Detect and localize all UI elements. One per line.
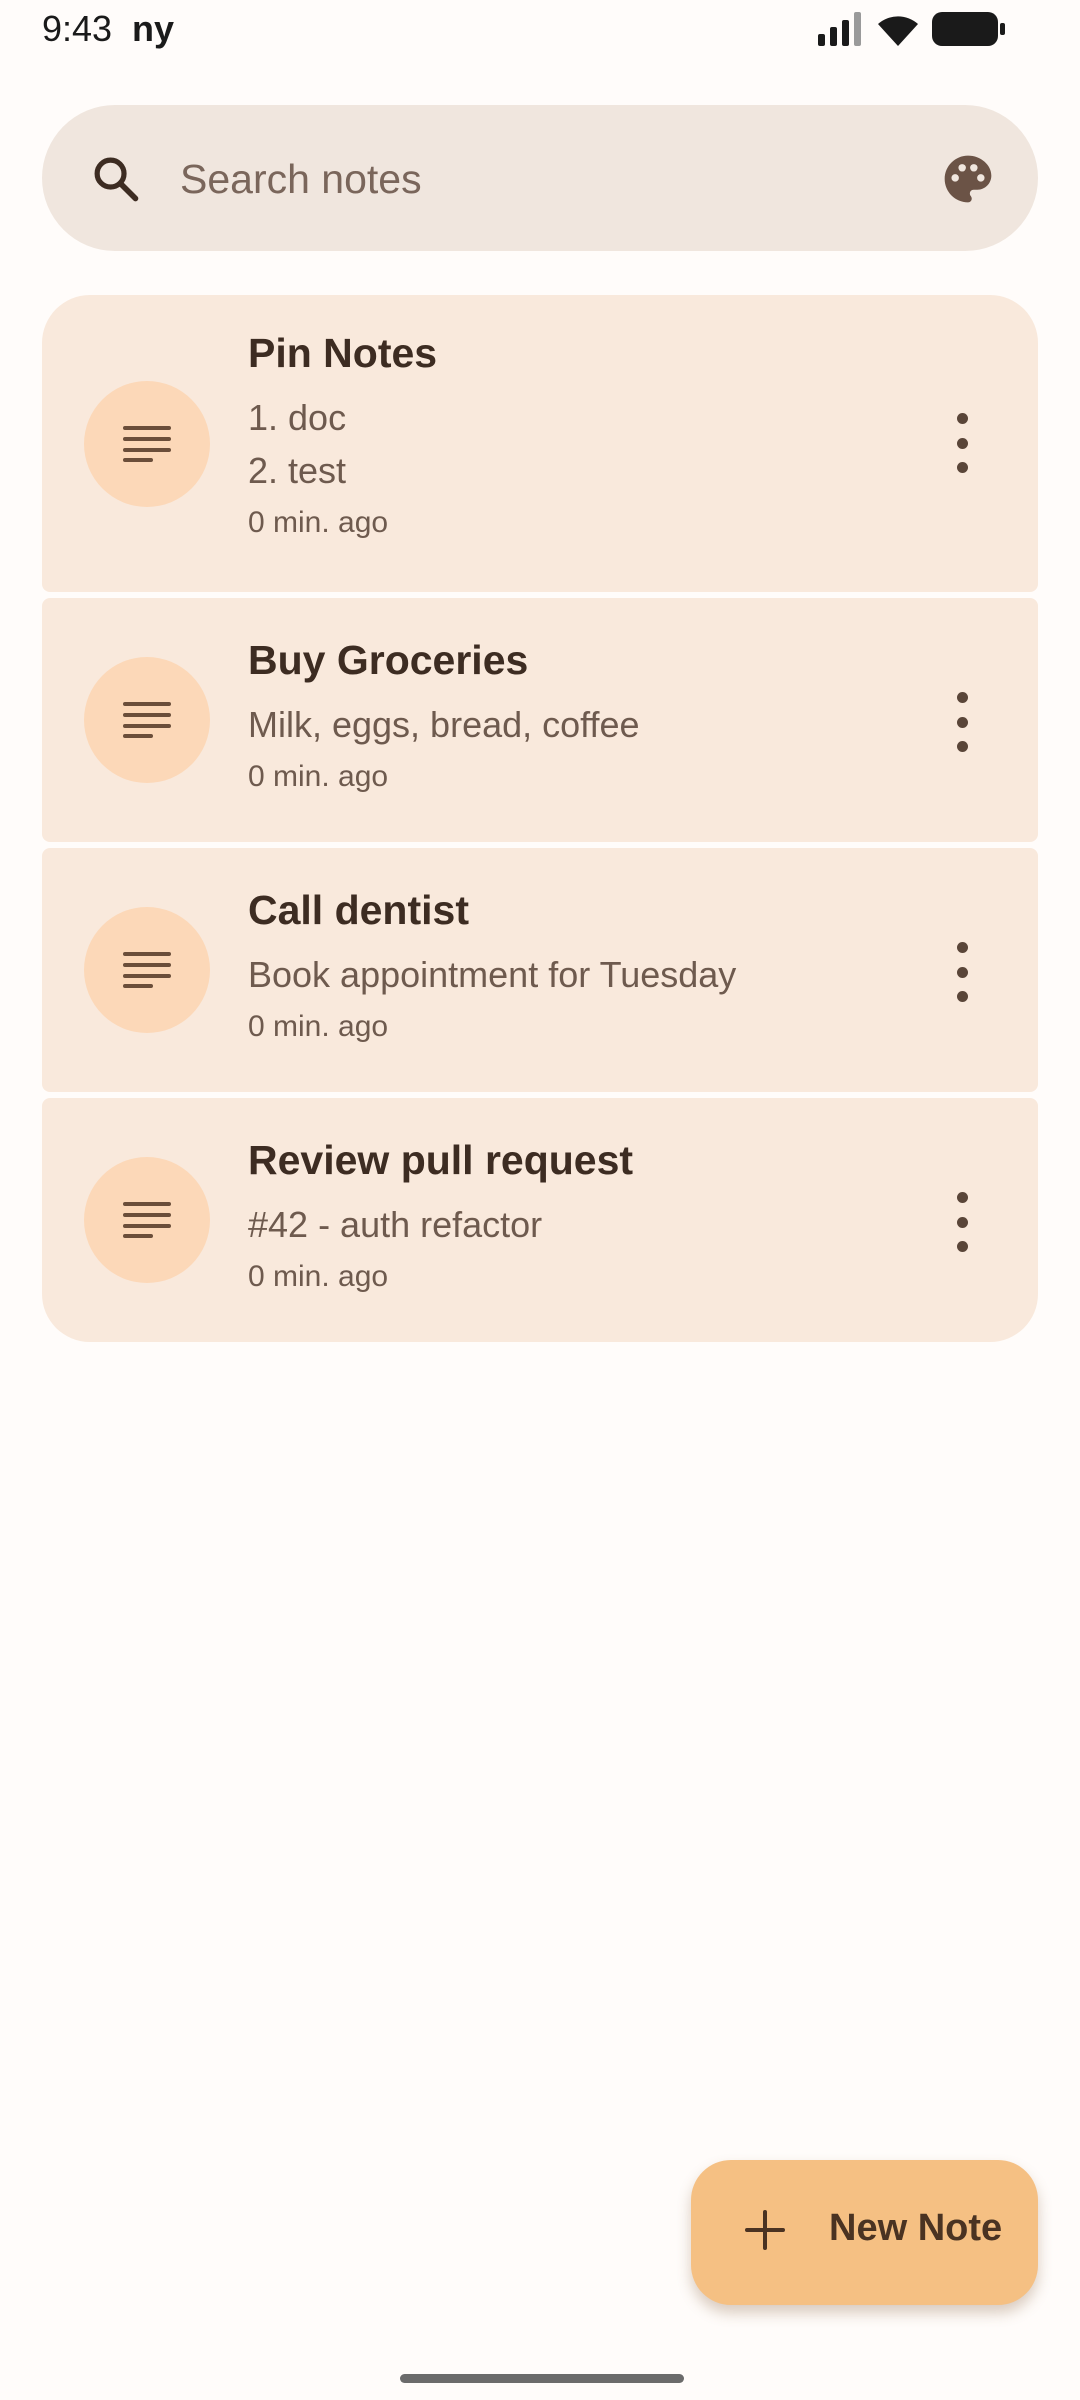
note-title: Pin Notes	[248, 330, 438, 376]
note-body: #42 - auth refactor	[248, 1204, 543, 1245]
battery-icon	[932, 12, 1005, 46]
status-time: 9:43	[42, 8, 113, 49]
status-icons	[818, 12, 1006, 46]
note-title: Buy Groceries	[248, 637, 529, 683]
palette-icon[interactable]	[940, 151, 996, 207]
status-carrier: ny	[132, 8, 175, 49]
status-bar: 9:43 ny	[0, 0, 1080, 60]
more-options-icon[interactable]	[952, 692, 972, 752]
notes-lines-icon	[123, 952, 171, 988]
signal-icon	[818, 12, 861, 46]
more-options-icon[interactable]	[952, 413, 972, 473]
note-time: 0 min. ago	[248, 1260, 389, 1293]
note-avatar	[84, 1157, 210, 1283]
search-bar[interactable]	[42, 105, 1038, 251]
note-card[interactable]: Call dentist Book appointment for Tuesda…	[42, 848, 1038, 1092]
note-card[interactable]: Pin Notes 1. doc 2. test 0 min. ago	[42, 295, 1038, 592]
note-body: Milk, eggs, bread, coffee	[248, 704, 640, 745]
note-card[interactable]: Review pull request #42 - auth refactor …	[42, 1098, 1038, 1342]
notes-lines-icon	[123, 426, 171, 462]
note-avatar	[84, 657, 210, 783]
notes-list: Pin Notes 1. doc 2. test 0 min. ago Buy …	[42, 295, 1038, 1348]
home-indicator[interactable]	[400, 2374, 684, 2383]
notes-lines-icon	[123, 1202, 171, 1238]
note-avatar	[84, 381, 210, 507]
note-time: 0 min. ago	[248, 760, 389, 793]
search-icon	[94, 157, 139, 202]
notes-lines-icon	[123, 702, 171, 738]
more-options-icon[interactable]	[952, 942, 972, 1002]
new-note-button[interactable]: New Note	[691, 2160, 1038, 2305]
note-time: 0 min. ago	[248, 1010, 389, 1043]
search-input[interactable]	[178, 143, 942, 215]
note-body: 1. doc 2. test	[248, 397, 347, 491]
note-body: Book appointment for Tuesday	[248, 954, 737, 995]
new-note-label: New Note	[829, 2207, 1003, 2249]
plus-icon	[745, 2210, 785, 2250]
note-avatar	[84, 907, 210, 1033]
note-time: 0 min. ago	[248, 506, 389, 539]
note-title: Call dentist	[248, 887, 469, 933]
wifi-icon	[878, 16, 918, 46]
note-card[interactable]: Buy Groceries Milk, eggs, bread, coffee …	[42, 598, 1038, 842]
note-title: Review pull request	[248, 1137, 634, 1183]
more-options-icon[interactable]	[952, 1192, 972, 1252]
